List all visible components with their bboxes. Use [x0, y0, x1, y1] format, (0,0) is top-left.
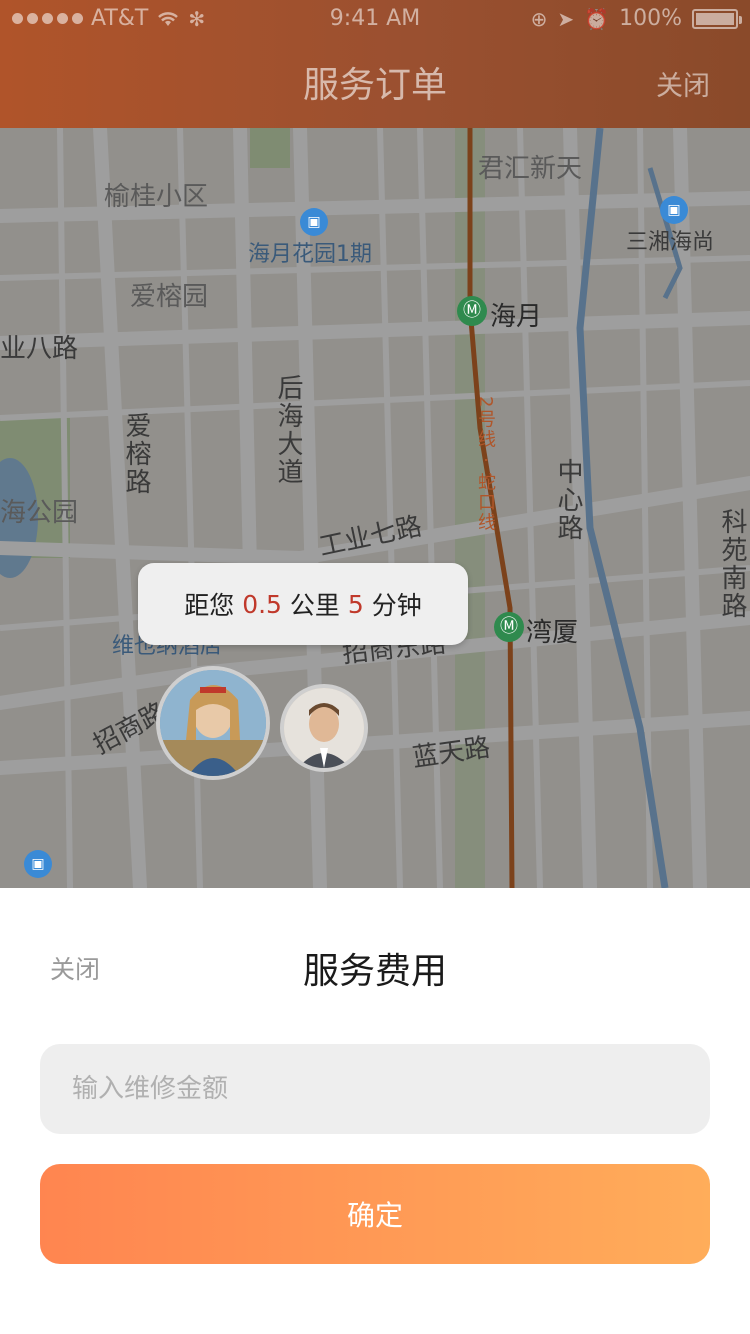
confirm-button[interactable]: 确定 [40, 1164, 710, 1264]
map-label-airong-road: 爱榕路 [121, 412, 151, 496]
status-right: ⊕ ➤ ⏰ 100% [530, 6, 742, 31]
page-title: 服务订单 [302, 65, 447, 106]
battery-icon [692, 8, 742, 29]
building-icon: ▣ [660, 196, 688, 224]
map-label-gongye8: 业八路 [0, 334, 79, 364]
amount-input[interactable] [40, 1044, 710, 1134]
status-bar: AT&T ✻ 9:41 AM ⊕ ➤ ⏰ 100% [0, 0, 750, 40]
map-view[interactable]: 榆桂小区 ▣ 海月花园1期 君汇新天 ▣ 三湘海尚 爱榕园 业八路 Ⓜ 海月 后… [0, 128, 750, 888]
map-label-park: 海公园 [0, 498, 79, 528]
distance-bubble: 距您 0.5 公里 5 分钟 [138, 563, 468, 645]
distance-unit: 公里 [289, 591, 340, 620]
map-label-junhui: 君汇新天 [478, 154, 583, 184]
avatar-portrait [160, 670, 266, 776]
map-label-yugui: 榆桂小区 [104, 182, 209, 212]
location-icon: ➤ [557, 6, 575, 31]
nav-close-button[interactable]: 关闭 [656, 64, 710, 103]
battery-label: 100% [619, 6, 682, 31]
metro-icon: Ⓜ [457, 296, 487, 326]
map-label-haiyue-station: 海月 [490, 302, 543, 332]
eta-unit: 分钟 [371, 591, 422, 620]
lock-rotation-icon: ⊕ [530, 6, 548, 31]
map-label-keyuan: 科苑南路 [717, 508, 747, 620]
avatar[interactable] [280, 684, 368, 772]
map-label-houhai: 后海大道 [273, 374, 303, 486]
map-label-line2: 2号线 · 蛇口线 [475, 396, 496, 533]
service-fee-sheet: 关闭 服务费用 确定 [0, 888, 750, 1334]
building-icon: ▣ [24, 850, 52, 878]
map-label-haiyue-garden: 海月花园1期 [248, 242, 372, 267]
sheet-title: 服务费用 [302, 951, 447, 992]
map-label-sanxiang: 三湘海尚 [626, 230, 715, 255]
metro-icon: Ⓜ [494, 612, 524, 642]
alarm-icon: ⏰ [584, 6, 610, 31]
avatar-portrait [284, 688, 364, 768]
map-label-zhongxin: 中心路 [553, 458, 583, 542]
distance-value: 0.5 [242, 589, 282, 619]
eta-value: 5 [347, 589, 364, 619]
building-icon: ▣ [300, 208, 328, 236]
map-label-airong-garden: 爱榕园 [130, 282, 209, 312]
avatar[interactable] [156, 666, 270, 780]
distance-prefix: 距您 [184, 591, 235, 620]
header: AT&T ✻ 9:41 AM ⊕ ➤ ⏰ 100% 服务订单 关闭 [0, 0, 750, 128]
map-label-wanxia: 湾厦 [526, 618, 579, 648]
